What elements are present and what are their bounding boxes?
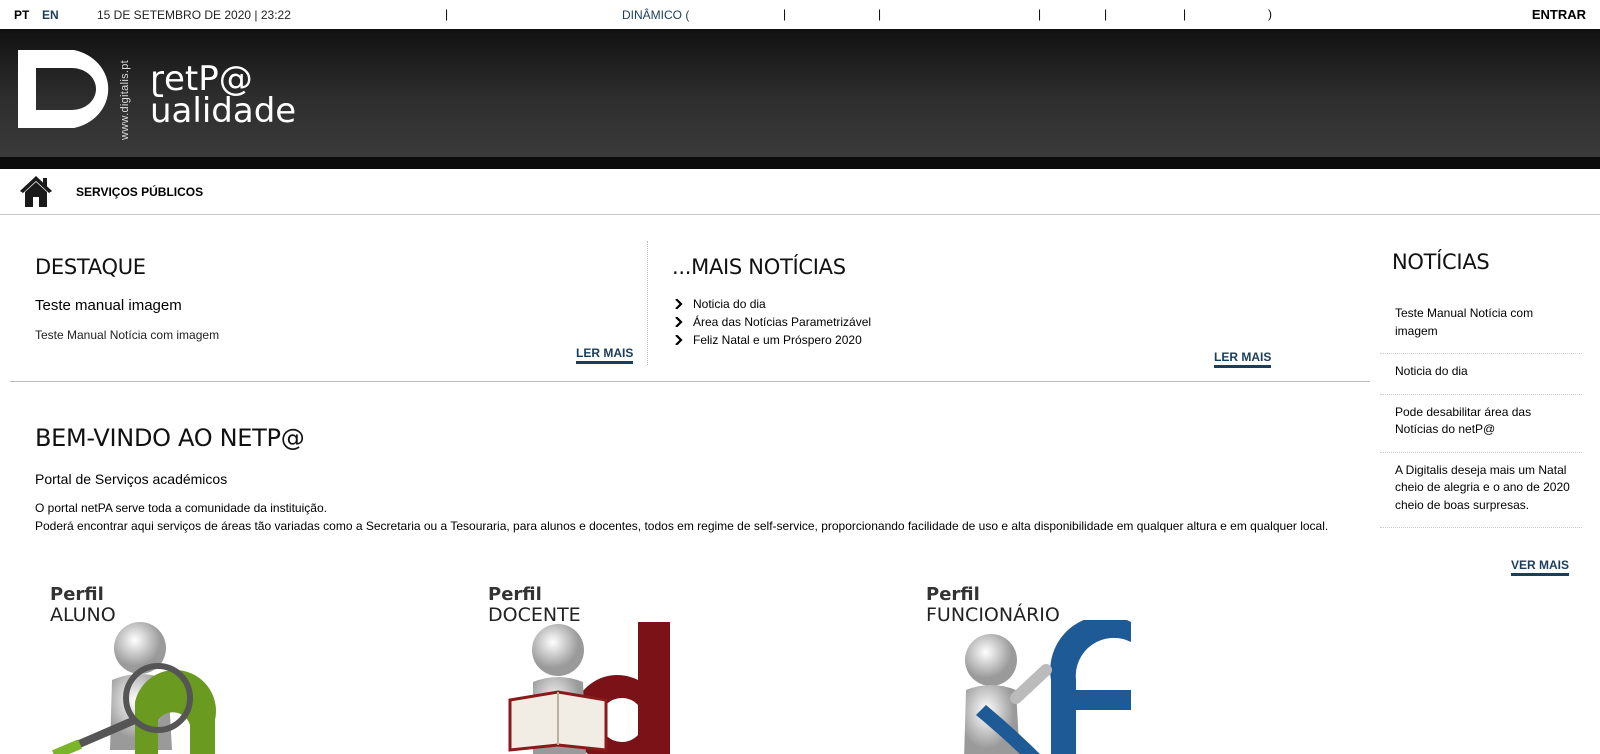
list-item[interactable]: Noticia do dia	[672, 295, 871, 313]
chevron-right-icon	[675, 317, 683, 327]
welcome-title: BEM-VINDO AO NETP@	[35, 424, 305, 452]
mais-noticias-title: ...MAIS NOTÍCIAS	[672, 255, 846, 279]
news-list: Teste Manual Notícia com imagem Noticia …	[1380, 296, 1582, 528]
dynamic-close: )	[1268, 7, 1272, 21]
welcome-paragraph: Poderá encontrar aqui serviços de áreas …	[35, 519, 1329, 533]
separator: |	[1183, 7, 1187, 21]
news-item[interactable]: A Digitalis deseja mais um Natal cheio d…	[1380, 453, 1582, 528]
profile-docente[interactable]: Perfil DOCENTE	[488, 586, 788, 754]
profile-funcionario[interactable]: Perfil FUNCIONÁRIO	[926, 586, 1226, 754]
separator: |	[783, 7, 787, 21]
profile-label-line1: Perfil	[50, 584, 104, 605]
login-button[interactable]: ENTRAR	[1532, 7, 1586, 22]
nav-item-servicos-publicos[interactable]: SERVIÇOS PÚBLICOS	[76, 185, 203, 199]
separator: |	[878, 7, 882, 21]
destaque-read-more-link[interactable]: LER MAIS	[576, 346, 634, 364]
list-item-label: Área das Notícias Parametrizável	[693, 315, 872, 329]
list-item-label: Noticia do dia	[693, 297, 766, 311]
chevron-right-icon	[675, 299, 683, 309]
language-pt[interactable]: PT	[14, 8, 29, 22]
netpa-brand: ɽetP@ ualidade	[150, 62, 297, 131]
mais-noticias-list: Noticia do dia Área das Notícias Paramet…	[672, 295, 871, 349]
mais-noticias-section: ...MAIS NOTÍCIAS Noticia do dia Área das…	[672, 255, 1282, 347]
home-icon[interactable]	[18, 174, 54, 208]
news-item[interactable]: Noticia do dia	[1380, 354, 1582, 395]
destaque-subtitle[interactable]: Teste manual imagem	[35, 297, 435, 314]
chevron-right-icon	[675, 335, 683, 345]
separator: |	[1104, 7, 1108, 21]
destaque-section: DESTAQUE Teste manual imagem Teste Manua…	[35, 255, 635, 342]
language-en[interactable]: EN	[42, 8, 59, 22]
destaque-title: DESTAQUE	[35, 255, 146, 279]
welcome-paragraph: O portal netPA serve toda a comunidade d…	[35, 501, 327, 515]
destaque-text: Teste Manual Notícia com imagem	[35, 328, 220, 342]
profile-label-line1: Perfil	[926, 584, 980, 605]
news-see-more-link[interactable]: VER MAIS	[1511, 558, 1570, 576]
list-item[interactable]: Feliz Natal e um Próspero 2020	[672, 331, 871, 349]
top-bar: PT EN 15 DE SETEMBRO DE 2020 | 23:22 | D…	[0, 0, 1600, 29]
teacher-figure-icon	[508, 622, 670, 754]
digitalis-logo[interactable]	[16, 48, 120, 135]
welcome-section: BEM-VINDO AO NETP@ Portal de Serviços ac…	[35, 424, 1355, 533]
news-item[interactable]: Teste Manual Notícia com imagem	[1380, 296, 1582, 354]
column-divider	[647, 241, 648, 365]
brand-line-2: ualidade	[150, 91, 297, 131]
profile-aluno[interactable]: Perfil ALUNO	[50, 586, 350, 754]
mais-noticias-read-more-link[interactable]: LER MAIS	[1214, 350, 1272, 368]
separator: |	[1038, 7, 1042, 21]
main-nav: SERVIÇOS PÚBLICOS	[0, 169, 1600, 215]
list-item[interactable]: Área das Notícias Parametrizável	[672, 313, 871, 331]
profile-label-line1: Perfil	[488, 584, 542, 605]
section-divider	[10, 381, 1370, 382]
separator: |	[445, 7, 449, 21]
news-title: NOTÍCIAS	[1392, 250, 1490, 274]
header-bottom-strip	[0, 157, 1600, 169]
welcome-subtitle: Portal de Serviços académicos	[35, 471, 228, 487]
dynamic-label[interactable]: DINÂMICO (	[622, 8, 689, 22]
current-datetime: 15 DE SETEMBRO DE 2020 | 23:22	[97, 8, 291, 22]
student-figure-icon	[52, 622, 216, 754]
news-item[interactable]: Pode desabilitar área das Notícias do ne…	[1380, 395, 1582, 453]
logo-url: www.digitalis.pt	[119, 60, 131, 140]
list-item-label: Feliz Natal e um Próspero 2020	[693, 333, 862, 347]
staff-figure-icon	[964, 620, 1131, 754]
